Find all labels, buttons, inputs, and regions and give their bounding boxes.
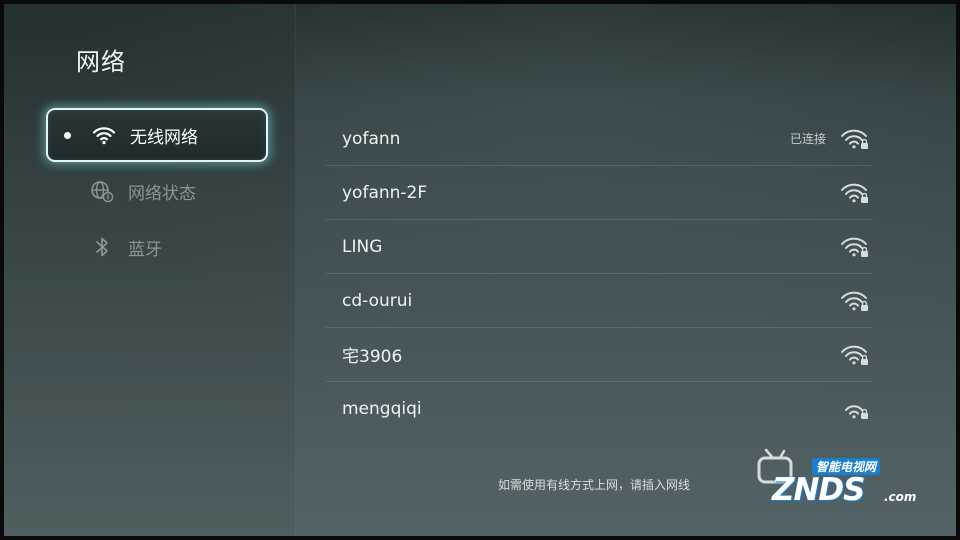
wifi-lock-icon [840,236,870,258]
network-ssid: mengqiqi [342,399,422,419]
network-row[interactable]: yofann 已连接 [326,112,872,166]
sidebar-item-network-status[interactable]: 网络状态 [46,164,268,218]
wifi-icon [92,123,116,147]
bluetooth-icon [90,235,114,259]
sidebar-item-label: 网络状态 [128,183,196,204]
watermark-brand: ZNDS [772,472,865,508]
network-ssid: 宅3906 [342,347,403,367]
header-band [296,4,956,100]
tv-settings-screen: 网络 无线网络 网络状态 蓝牙 yofann 已连接 yofann-2F LIN… [0,0,960,540]
wifi-lock-icon [840,128,870,150]
globe-info-icon [90,179,114,203]
wifi-network-list: yofann 已连接 yofann-2F LING cd-ourui 宅3906… [326,112,872,436]
selected-dot [64,131,71,139]
wifi-lock-icon [840,290,870,312]
wifi-lock-icon [840,182,870,204]
page-title: 网络 [76,48,126,76]
network-ssid: cd-ourui [342,290,413,311]
sidebar-item-label: 蓝牙 [128,239,162,260]
znds-watermark: 智能电视网 ZNDS .com [756,444,926,508]
network-ssid: yofann-2F [342,182,428,203]
sidebar-nav: 无线网络 网络状态 蓝牙 [46,108,268,276]
network-ssid: yofann [342,128,401,149]
wired-connection-hint: 如需使用有线方式上网，请插入网线 [498,478,691,492]
network-row[interactable]: mengqiqi [326,382,872,436]
network-row[interactable]: yofann-2F [326,166,872,220]
wifi-lock-weak-icon [840,398,870,420]
sidebar-item-wireless[interactable]: 无线网络 [46,108,268,162]
sidebar-item-bluetooth[interactable]: 蓝牙 [46,220,268,274]
wifi-lock-icon [840,344,870,366]
sidebar-item-label: 无线网络 [130,127,198,148]
network-row[interactable]: LING [326,220,872,274]
network-row[interactable]: 宅3906 [326,328,872,382]
connection-status: 已连接 [789,132,826,146]
watermark-suffix: .com [884,490,917,504]
network-ssid: LING [342,236,383,257]
network-row[interactable]: cd-ourui [326,274,872,328]
